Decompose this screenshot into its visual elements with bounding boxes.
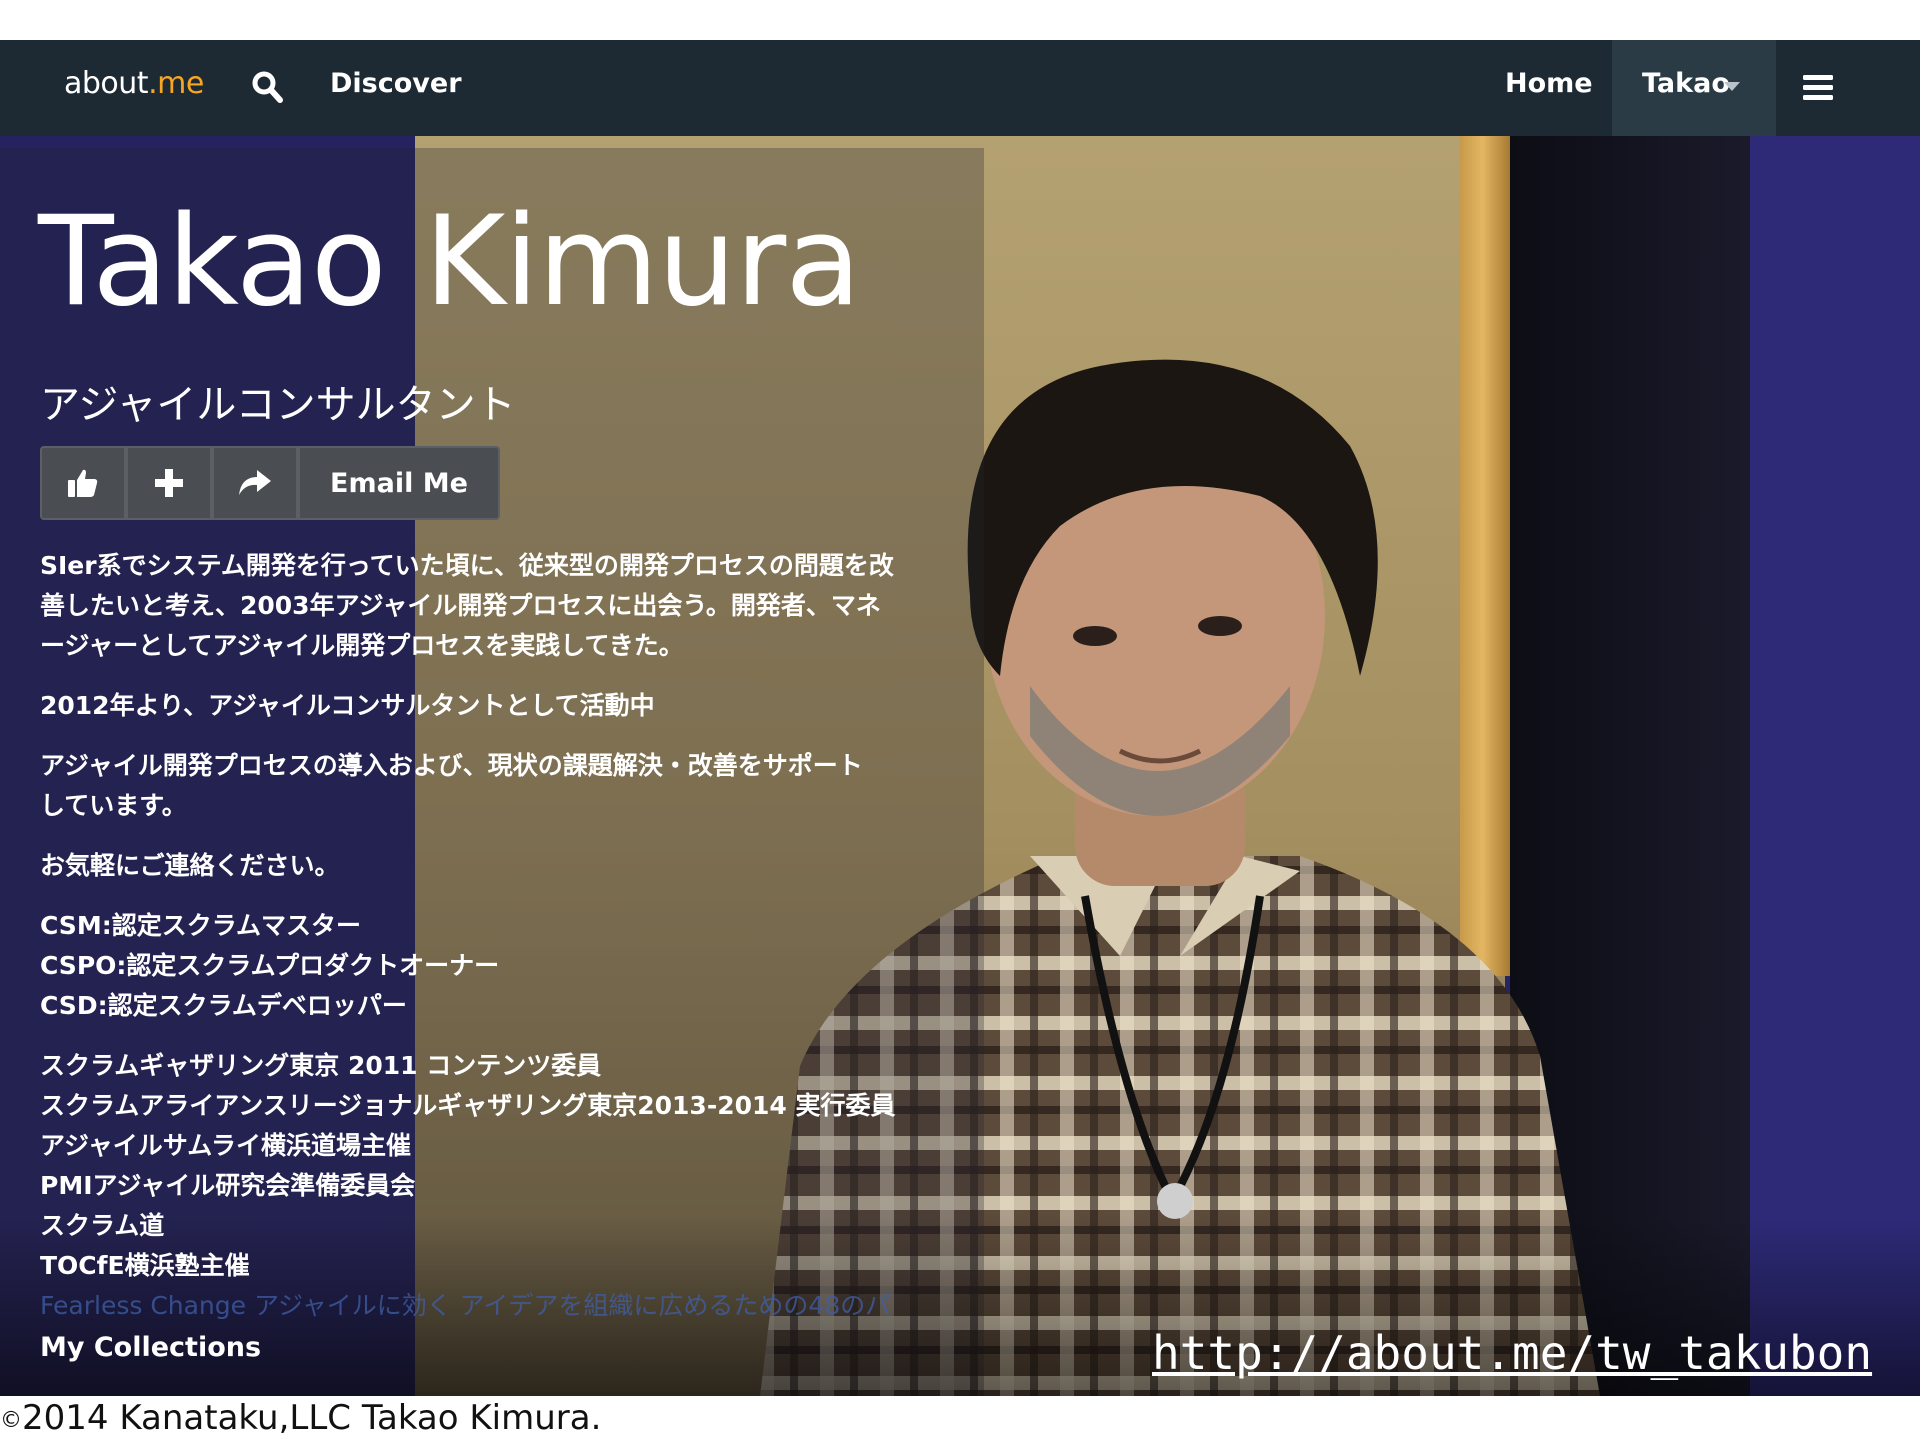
certification-item: CSM:認定スクラムマスター xyxy=(40,911,361,940)
background-band-right xyxy=(1750,136,1920,1396)
certification-item: CSPO:認定スクラムプロダクトオーナー xyxy=(40,951,500,980)
activity-item: スクラムアライアンスリージョナルギャザリング東京2013-2014 実行委員 xyxy=(40,1091,896,1120)
about-me-logo[interactable]: about.me xyxy=(64,66,204,101)
copyright-text: 2014 Kanataku,LLC Takao Kimura. xyxy=(22,1398,602,1438)
activity-item: アジャイルサムライ横浜道場主催 xyxy=(40,1131,412,1160)
plus-icon xyxy=(155,469,183,497)
compliment-button[interactable] xyxy=(40,446,126,520)
share-button[interactable] xyxy=(212,446,298,520)
copyright-symbol: © xyxy=(0,1408,22,1433)
copyright-notice: ©2014 Kanataku,LLC Takao Kimura. xyxy=(0,1398,601,1438)
bio-line: しています。 xyxy=(40,791,187,820)
profile-background-photo: Takao Kimura アジャイルコンサルタント Email Me SIer系… xyxy=(0,136,1920,1396)
share-icon xyxy=(239,470,271,495)
user-menu-button[interactable]: Takao xyxy=(1612,40,1776,136)
activity-list: スクラムギャザリング東京 2011 コンテンツ委員 スクラムアライアンスリージョ… xyxy=(40,1046,960,1286)
bio-line: アジャイル開発プロセスの導入および、現状の課題解決・改善をサポート xyxy=(40,751,863,780)
user-menu-label: Takao xyxy=(1642,68,1730,99)
nav-discover-link[interactable]: Discover xyxy=(330,68,462,99)
bio-line: ージャーとしてアジャイル開発プロセスを実践してきた。 xyxy=(40,631,684,660)
profile-bio: SIer系でシステム開発を行っていた頃に、従来型の開発プロセスの問題を改 善した… xyxy=(40,546,960,1306)
bio-line: 善したいと考え、2003年アジャイル開発プロセスに出会う。開発者、マネ xyxy=(40,591,881,620)
bio-paragraph-1: SIer系でシステム開発を行っていた頃に、従来型の開発プロセスの問題を改 善した… xyxy=(40,546,960,666)
bio-paragraph-3: アジャイル開発プロセスの導入および、現状の課題解決・改善をサポート しています。 xyxy=(40,746,960,826)
activity-item: スクラム道 xyxy=(40,1211,165,1240)
profile-name: Takao Kimura xyxy=(38,190,861,334)
email-me-label: Email Me xyxy=(330,468,468,499)
activity-item: TOCfE横浜塾主催 xyxy=(40,1251,250,1280)
top-navbar: about.me Discover Home Takao xyxy=(0,40,1920,136)
activity-item: スクラムギャザリング東京 2011 コンテンツ委員 xyxy=(40,1051,602,1080)
logo-main: about xyxy=(64,66,149,101)
certification-item: CSD:認定スクラムデベロッパー xyxy=(40,991,407,1020)
follow-button[interactable] xyxy=(126,446,212,520)
thumbs-up-icon xyxy=(68,469,98,497)
menu-icon[interactable] xyxy=(1800,70,1836,106)
bio-book-link[interactable]: Fearless Change アジャイルに効く アイデアを組織に広めるための4… xyxy=(40,1286,940,1322)
nav-home-link[interactable]: Home xyxy=(1505,68,1593,99)
profile-url[interactable]: http://about.me/tw_takubon xyxy=(1152,1326,1872,1380)
email-me-button[interactable]: Email Me xyxy=(298,446,500,520)
search-icon[interactable] xyxy=(250,68,286,108)
activity-item: PMIアジャイル研究会準備委員会 xyxy=(40,1171,416,1200)
certification-list: CSM:認定スクラムマスター CSPO:認定スクラムプロダクトオーナー CSD:… xyxy=(40,906,960,1026)
bio-line: SIer系でシステム開発を行っていた頃に、従来型の開発プロセスの問題を改 xyxy=(40,551,894,580)
bio-paragraph-4: お気軽にご連絡ください。 xyxy=(40,851,340,880)
my-collections-link[interactable]: My Collections xyxy=(40,1332,261,1363)
caret-down-icon xyxy=(1724,82,1740,91)
bio-paragraph-2: 2012年より、アジャイルコンサルタントとして活動中 xyxy=(40,691,655,720)
profile-tagline: アジャイルコンサルタント xyxy=(40,382,516,428)
logo-accent: .me xyxy=(148,66,204,101)
slide: about.me Discover Home Takao Takao Kimur… xyxy=(0,0,1920,1440)
profile-action-bar: Email Me xyxy=(40,446,500,520)
